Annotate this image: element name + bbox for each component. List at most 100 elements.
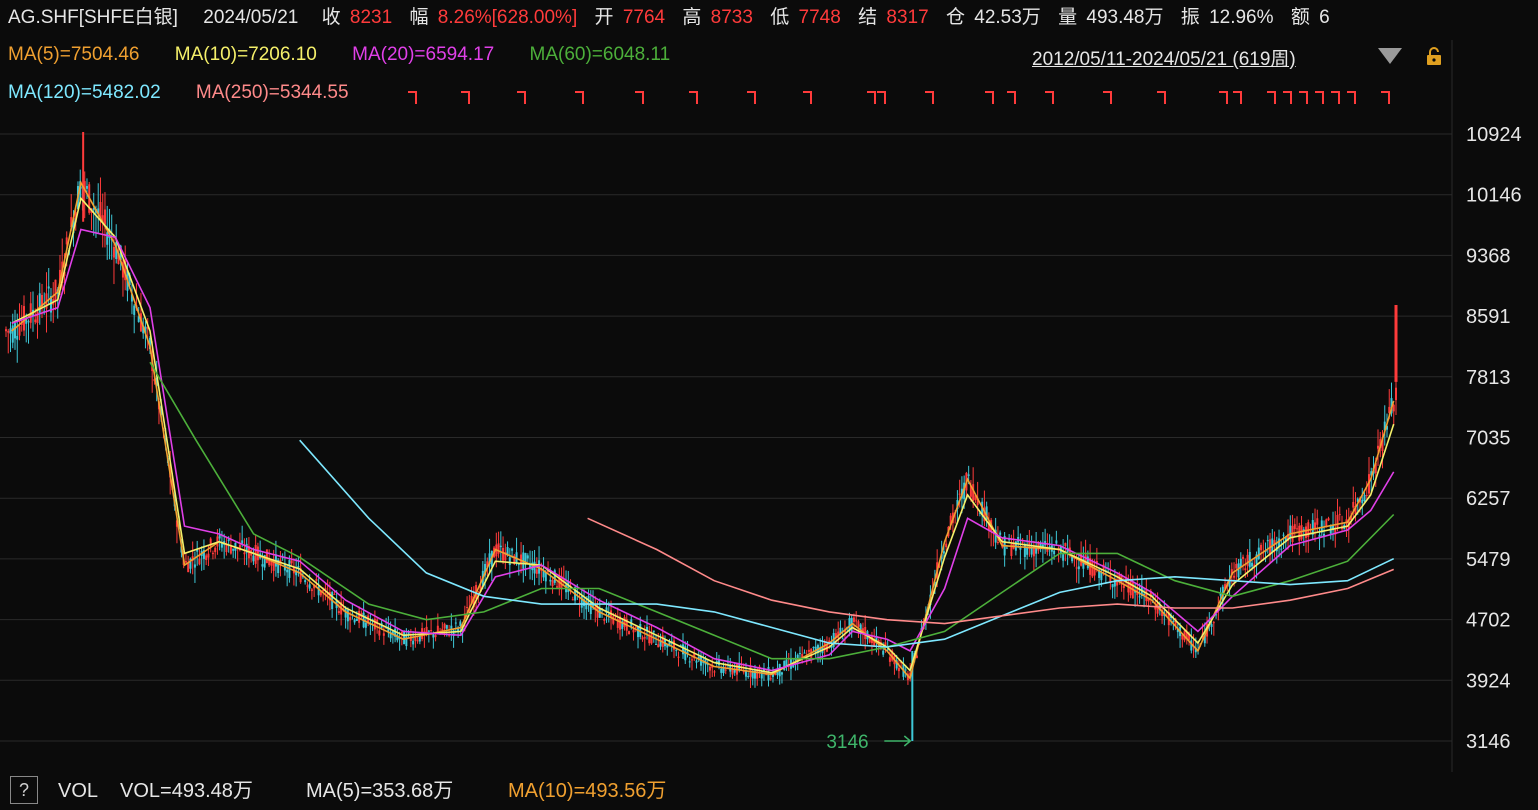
candle-body — [227, 539, 230, 542]
candle-body — [1030, 547, 1033, 555]
min-price-arrow — [884, 735, 912, 747]
event-marker-icon — [635, 91, 644, 104]
candle-body — [308, 584, 311, 589]
y-tick-label: 10146 — [1466, 185, 1522, 207]
candle-body — [747, 675, 750, 677]
candle-body — [1361, 499, 1364, 504]
candle-body — [1282, 534, 1285, 536]
y-tick-label: 9368 — [1466, 245, 1511, 267]
ma-line — [299, 439, 1395, 648]
candle-body — [720, 668, 723, 673]
candle-body — [7, 330, 10, 333]
event-marker-icon — [1347, 91, 1356, 104]
candle-body — [497, 543, 500, 554]
candle-body — [1062, 554, 1065, 561]
price-chart[interactable]: 10924 10146 9368 8591 7813 7035 6257 5479 4702 39… — [0, 0, 1538, 772]
event-marker-icon — [985, 91, 994, 104]
candle-body — [508, 557, 511, 566]
candle-body — [427, 630, 430, 632]
candle-body — [708, 666, 711, 671]
candle-body — [1055, 540, 1058, 544]
candle-body — [225, 544, 228, 553]
candle-body — [445, 625, 448, 629]
candle-body — [211, 552, 214, 555]
y-tick-label: 6257 — [1466, 488, 1511, 510]
candle-body — [556, 586, 559, 588]
candle-body — [1053, 550, 1056, 555]
candle-body — [607, 613, 610, 616]
candle-body — [677, 656, 680, 658]
ma-line — [11, 196, 1395, 674]
candle-body — [841, 638, 844, 640]
candle-body — [466, 607, 469, 609]
event-marker-icon — [1283, 91, 1292, 104]
candle-body — [364, 622, 367, 628]
candle-body — [403, 631, 406, 645]
candle-body — [103, 209, 106, 225]
candle-body — [868, 638, 871, 643]
candle-body — [349, 617, 352, 621]
candle-body — [9, 328, 12, 334]
candle-body — [1246, 554, 1249, 566]
candle-body — [643, 637, 646, 639]
candle-body — [205, 555, 208, 560]
candle-body — [382, 633, 385, 636]
volume-ma10: MA(10)=493.56万 — [508, 780, 667, 802]
event-marker-icon — [747, 91, 756, 104]
candle-body — [454, 622, 457, 624]
candle-body — [1172, 620, 1175, 622]
event-marker-icon — [1315, 91, 1324, 104]
candle-body — [571, 599, 574, 601]
y-axis: 10924 10146 9368 8591 7813 7035 6257 5479 4702 39… — [1466, 124, 1522, 753]
candle-body — [657, 644, 660, 648]
candle-body — [812, 646, 815, 648]
event-marker-icon — [1299, 91, 1308, 104]
candle-body — [112, 246, 115, 258]
candle-body — [648, 636, 651, 644]
event-marker-icon — [408, 91, 417, 104]
candle-body — [780, 672, 783, 675]
candle-body — [1377, 445, 1380, 449]
candle-body — [1266, 540, 1269, 542]
candle-body — [1289, 525, 1292, 538]
candle-body — [1395, 387, 1397, 401]
event-marker-icon — [689, 91, 698, 104]
ma-line — [11, 180, 1395, 681]
candle-body — [1363, 494, 1366, 502]
candle-body — [378, 630, 381, 636]
candle-body — [1251, 562, 1254, 567]
candle-body — [675, 649, 678, 651]
y-tick-label: 5479 — [1466, 549, 1511, 571]
y-tick-label: 7813 — [1466, 367, 1511, 389]
volume-indicator-name[interactable]: VOL — [58, 772, 98, 810]
candle-body — [1210, 624, 1213, 627]
candle-body — [499, 545, 502, 548]
candle-body — [1237, 563, 1240, 578]
candle-body — [623, 617, 626, 627]
candle-body — [1138, 596, 1141, 598]
y-tick-label: 3924 — [1466, 670, 1511, 692]
candle-body — [1235, 563, 1238, 569]
candle-body — [1021, 542, 1024, 544]
candle-body — [1316, 518, 1319, 525]
candle-body — [1327, 518, 1330, 521]
candle-body — [187, 562, 190, 573]
candle-body — [1077, 566, 1080, 570]
candle-body — [688, 661, 691, 663]
candle-body — [769, 678, 772, 680]
candle-body — [1336, 514, 1339, 528]
event-marker-icon — [1007, 91, 1016, 104]
candle-body — [731, 669, 734, 675]
candle-body — [241, 540, 244, 544]
candle-body — [27, 321, 30, 323]
candle-body — [958, 493, 961, 495]
event-marker-icon — [1157, 91, 1166, 104]
candle-body — [1244, 568, 1247, 571]
candle-body — [229, 546, 232, 554]
candle-body — [549, 579, 552, 582]
candle-body — [632, 629, 635, 633]
volume-footer: VOL VOL=493.48万 MA(5)=353.68万 MA(10)=493… — [0, 772, 1538, 810]
candle-body — [967, 474, 970, 476]
candle-body — [193, 564, 196, 568]
candle-body — [511, 548, 514, 551]
